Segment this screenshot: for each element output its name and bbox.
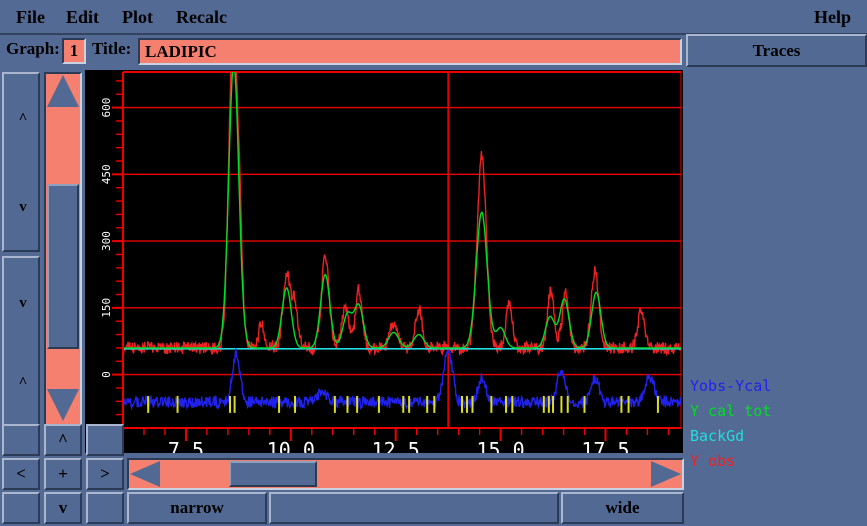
dpad-right-button[interactable]: > bbox=[86, 458, 124, 490]
legend-item-backgd: BackGd bbox=[690, 427, 745, 445]
dpad-filler-topright bbox=[86, 424, 124, 456]
wide-button[interactable]: wide bbox=[561, 492, 684, 524]
svg-text:12.5: 12.5 bbox=[372, 438, 420, 453]
dpad-filler-topleft bbox=[2, 424, 40, 456]
svg-text:17.5: 17.5 bbox=[581, 438, 629, 453]
legend-item-yobs: Y obs bbox=[690, 452, 736, 470]
svg-text:450: 450 bbox=[100, 164, 113, 184]
dpad-left-button[interactable]: < bbox=[2, 458, 40, 490]
narrow-button[interactable]: narrow bbox=[127, 492, 267, 524]
dpad-center-button[interactable]: + bbox=[44, 458, 82, 490]
title-label: Title: bbox=[92, 39, 132, 58]
scroll-up-arrow-icon[interactable] bbox=[47, 75, 79, 109]
scroll-left-arrow-icon[interactable] bbox=[130, 461, 160, 487]
svg-text:0: 0 bbox=[100, 371, 113, 378]
scroll-right-arrow-icon[interactable] bbox=[651, 461, 681, 487]
menu-item-plot[interactable]: Plot bbox=[118, 5, 157, 29]
dpad-filler-bottomright bbox=[86, 492, 124, 524]
graph-number-input[interactable]: 1 bbox=[62, 38, 86, 64]
svg-text:150: 150 bbox=[100, 298, 113, 318]
legend-item-yobs-ycal: Yobs-Ycal bbox=[690, 377, 772, 395]
svg-text:10.0: 10.0 bbox=[267, 438, 315, 453]
plot-canvas[interactable]: 0 150 300 450 600 7.5 10.0 12.5 15.0 17.5 bbox=[85, 70, 683, 453]
menu-item-recalc[interactable]: Recalc bbox=[172, 5, 231, 29]
traces-button[interactable]: Traces bbox=[686, 34, 867, 67]
svg-text:600: 600 bbox=[100, 98, 113, 118]
menu-item-file[interactable]: File bbox=[12, 5, 49, 29]
menu-bar: File Edit Plot Recalc Help bbox=[0, 0, 867, 35]
bottom-spacer bbox=[269, 492, 559, 524]
pan-down-fine-button[interactable]: v bbox=[4, 258, 42, 348]
legend: Yobs-Ycal Y cal tot BackGd Y obs bbox=[690, 374, 865, 474]
svg-text:7.5: 7.5 bbox=[168, 438, 204, 453]
diffraction-plot: 0 150 300 450 600 7.5 10.0 12.5 15.0 17.5 bbox=[100, 71, 682, 453]
graph-label: Graph: bbox=[6, 39, 60, 58]
vertical-scrollbar[interactable] bbox=[44, 72, 82, 426]
svg-text:300: 300 bbox=[100, 231, 113, 251]
title-input[interactable]: LADIPIC bbox=[138, 38, 682, 65]
horizontal-scrollbar[interactable] bbox=[127, 458, 684, 490]
pan-down-coarse-button[interactable]: v bbox=[4, 162, 42, 252]
scroll-down-arrow-icon[interactable] bbox=[47, 389, 79, 423]
application-window: File Edit Plot Recalc Help Graph: 1 Titl… bbox=[0, 0, 867, 526]
menu-item-edit[interactable]: Edit bbox=[62, 5, 103, 29]
menu-item-help[interactable]: Help bbox=[810, 5, 855, 29]
horizontal-scrollbar-thumb[interactable] bbox=[229, 461, 317, 487]
legend-item-ycal-tot: Y cal tot bbox=[690, 402, 772, 420]
svg-text:15.0: 15.0 bbox=[477, 438, 525, 453]
vertical-scrollbar-thumb[interactable] bbox=[47, 184, 79, 349]
bottom-right-filler bbox=[686, 492, 867, 524]
vertical-pan-group-fine: v ^ bbox=[2, 256, 40, 426]
dpad-up-button[interactable]: ^ bbox=[44, 424, 82, 456]
pan-up-coarse-button[interactable]: ^ bbox=[4, 74, 42, 164]
dpad-filler-bottomleft bbox=[2, 492, 40, 524]
pan-up-fine-button[interactable]: ^ bbox=[4, 338, 42, 428]
vertical-pan-group-coarse: ^ v bbox=[2, 72, 40, 252]
dpad-down-button[interactable]: v bbox=[44, 492, 82, 524]
